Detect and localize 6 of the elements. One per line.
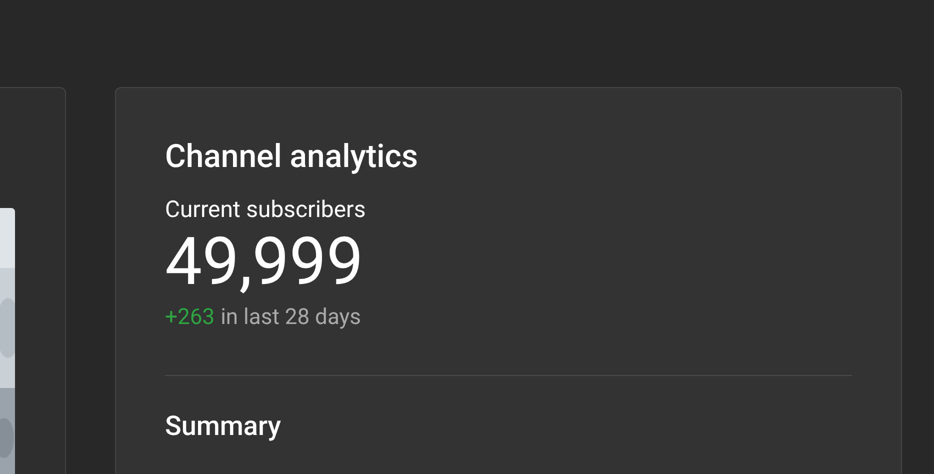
change-value: +263 — [165, 304, 215, 332]
metric-value: 49,999 — [165, 226, 364, 300]
change-period: in last 28 days — [220, 304, 362, 332]
metric-label: Current subscribers — [165, 196, 367, 224]
section-title: Summary — [165, 409, 282, 443]
card-title: Channel analytics — [165, 136, 419, 176]
